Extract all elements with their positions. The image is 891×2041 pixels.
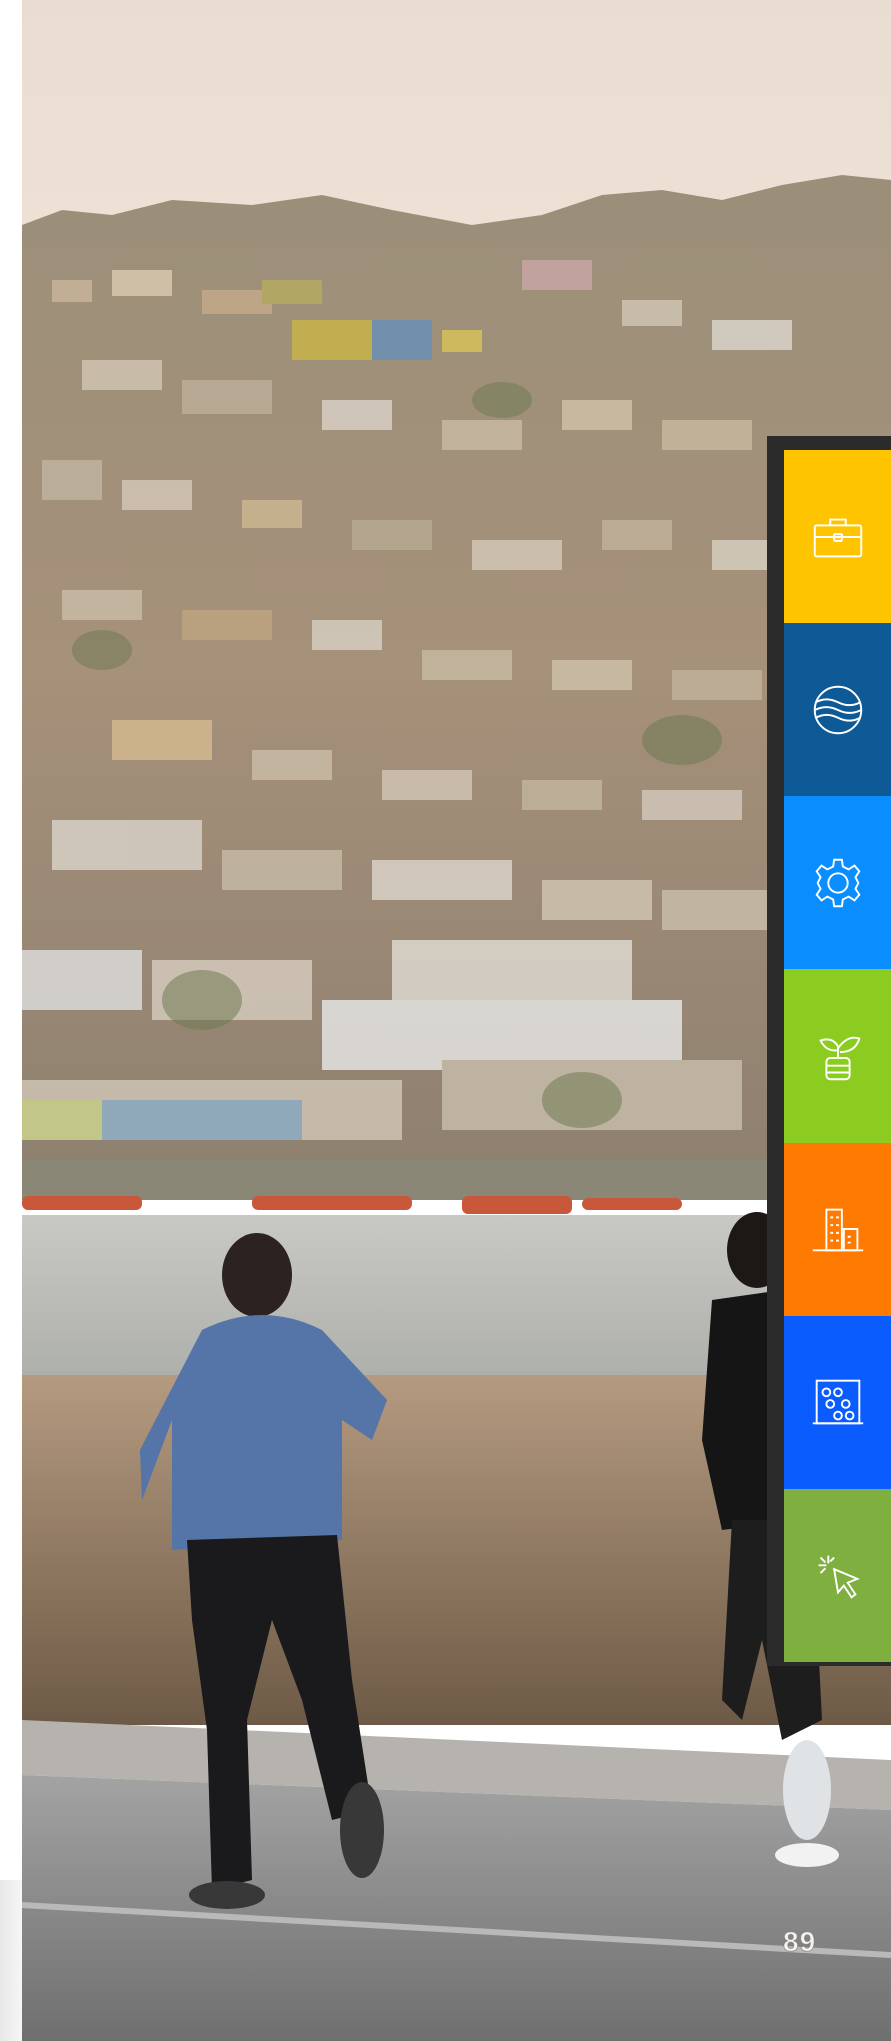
page-edge-shadow	[0, 1880, 22, 2041]
chapter-nav	[784, 450, 891, 1662]
background-photo	[22, 0, 891, 2041]
briefcase-icon	[813, 518, 862, 557]
sprout-icon	[818, 1036, 860, 1081]
page-number: 89	[783, 1926, 817, 1958]
nav-tile-employment[interactable]	[784, 450, 891, 624]
globe-waves-icon	[813, 685, 862, 734]
nav-tile-industry[interactable]	[784, 796, 891, 970]
nav-tile-education[interactable]	[784, 1315, 891, 1489]
nav-tile-agriculture[interactable]	[784, 969, 891, 1143]
abacus-icon	[812, 1379, 863, 1425]
nav-tile-water[interactable]	[784, 623, 891, 797]
nav-tile-urban[interactable]	[784, 1142, 891, 1316]
buildings-icon	[812, 1208, 863, 1252]
click-cursor-icon	[818, 1556, 860, 1600]
nav-tile-digital[interactable]	[784, 1488, 891, 1662]
gear-icon	[814, 858, 861, 908]
